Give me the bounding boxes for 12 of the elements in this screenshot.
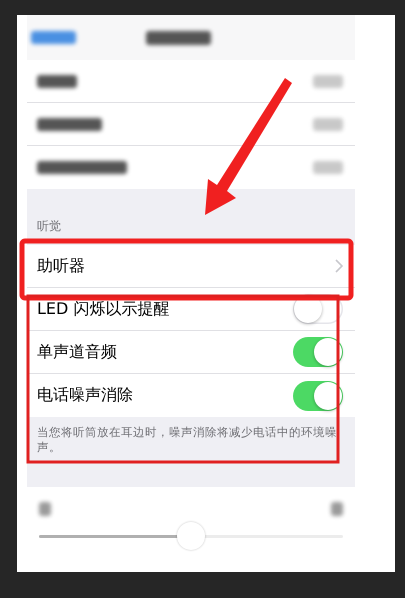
row-label: LED 闪烁以示提醒 bbox=[37, 298, 170, 320]
row-label: 助听器 bbox=[37, 256, 85, 276]
row-label: 单声道音频 bbox=[37, 342, 117, 362]
section-header: 听觉 bbox=[37, 218, 61, 235]
footer-note: 当您将听筒放在耳边时，噪声消除将减少电话中的环境噪声。 bbox=[37, 425, 338, 455]
blurred-title bbox=[146, 30, 211, 44]
blurred-left-label bbox=[39, 502, 51, 516]
row-label: 电话噪声消除 bbox=[37, 385, 133, 406]
balance-slider[interactable] bbox=[39, 521, 343, 551]
toggle-switch[interactable] bbox=[293, 337, 343, 367]
blurred-right-label bbox=[331, 502, 343, 516]
toggle-switch[interactable] bbox=[293, 380, 343, 410]
